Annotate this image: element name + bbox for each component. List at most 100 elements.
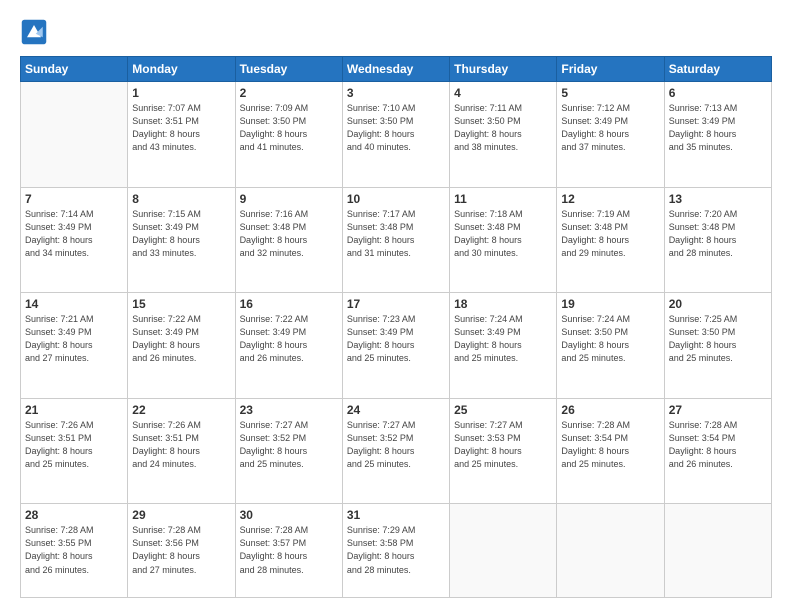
day-number: 13 (669, 192, 767, 206)
day-number: 23 (240, 403, 338, 417)
calendar-cell: 6 Sunrise: 7:13 AMSunset: 3:49 PMDaylight… (664, 82, 771, 188)
weekday-header: Wednesday (342, 57, 449, 82)
calendar-cell: 8 Sunrise: 7:15 AMSunset: 3:49 PMDaylight… (128, 187, 235, 293)
day-number: 2 (240, 86, 338, 100)
calendar-cell: 30 Sunrise: 7:28 AMSunset: 3:57 PMDayligh… (235, 504, 342, 598)
day-number: 7 (25, 192, 123, 206)
day-number: 24 (347, 403, 445, 417)
day-info: Sunrise: 7:24 AMSunset: 3:50 PMDaylight:… (561, 313, 659, 365)
day-info: Sunrise: 7:27 AMSunset: 3:52 PMDaylight:… (240, 419, 338, 471)
calendar-cell: 21 Sunrise: 7:26 AMSunset: 3:51 PMDayligh… (21, 398, 128, 504)
calendar-cell: 28 Sunrise: 7:28 AMSunset: 3:55 PMDayligh… (21, 504, 128, 598)
calendar-cell: 9 Sunrise: 7:16 AMSunset: 3:48 PMDaylight… (235, 187, 342, 293)
day-info: Sunrise: 7:27 AMSunset: 3:52 PMDaylight:… (347, 419, 445, 471)
day-number: 20 (669, 297, 767, 311)
day-number: 21 (25, 403, 123, 417)
calendar-cell: 27 Sunrise: 7:28 AMSunset: 3:54 PMDayligh… (664, 398, 771, 504)
day-number: 26 (561, 403, 659, 417)
calendar-cell: 13 Sunrise: 7:20 AMSunset: 3:48 PMDayligh… (664, 187, 771, 293)
day-info: Sunrise: 7:20 AMSunset: 3:48 PMDaylight:… (669, 208, 767, 260)
day-info: Sunrise: 7:26 AMSunset: 3:51 PMDaylight:… (25, 419, 123, 471)
calendar-cell: 3 Sunrise: 7:10 AMSunset: 3:50 PMDaylight… (342, 82, 449, 188)
logo (20, 18, 52, 46)
day-info: Sunrise: 7:28 AMSunset: 3:54 PMDaylight:… (669, 419, 767, 471)
calendar-cell: 14Sunrise: 7:21 AMSunset: 3:49 PMDayligh… (21, 293, 128, 399)
day-number: 6 (669, 86, 767, 100)
calendar-cell: 20 Sunrise: 7:25 AMSunset: 3:50 PMDayligh… (664, 293, 771, 399)
calendar-cell: 2 Sunrise: 7:09 AMSunset: 3:50 PMDaylight… (235, 82, 342, 188)
day-info: Sunrise: 7:21 AMSunset: 3:49 PMDaylight:… (25, 313, 123, 365)
day-number: 8 (132, 192, 230, 206)
day-number: 29 (132, 508, 230, 522)
day-number: 15 (132, 297, 230, 311)
day-info: Sunrise: 7:28 AMSunset: 3:57 PMDaylight:… (240, 524, 338, 576)
day-number: 17 (347, 297, 445, 311)
day-info: Sunrise: 7:28 AMSunset: 3:55 PMDaylight:… (25, 524, 123, 576)
calendar-cell: 29 Sunrise: 7:28 AMSunset: 3:56 PMDayligh… (128, 504, 235, 598)
day-number: 5 (561, 86, 659, 100)
weekday-header: Friday (557, 57, 664, 82)
day-number: 19 (561, 297, 659, 311)
calendar-cell: 24 Sunrise: 7:27 AMSunset: 3:52 PMDayligh… (342, 398, 449, 504)
day-info: Sunrise: 7:22 AMSunset: 3:49 PMDaylight:… (132, 313, 230, 365)
calendar-cell: 17 Sunrise: 7:23 AMSunset: 3:49 PMDayligh… (342, 293, 449, 399)
calendar-cell: 19 Sunrise: 7:24 AMSunset: 3:50 PMDayligh… (557, 293, 664, 399)
day-number: 18 (454, 297, 552, 311)
calendar-week-row: 7 Sunrise: 7:14 AMSunset: 3:49 PMDaylight… (21, 187, 772, 293)
day-number: 27 (669, 403, 767, 417)
calendar-week-row: 28 Sunrise: 7:28 AMSunset: 3:55 PMDayligh… (21, 504, 772, 598)
day-info: Sunrise: 7:17 AMSunset: 3:48 PMDaylight:… (347, 208, 445, 260)
day-info: Sunrise: 7:13 AMSunset: 3:49 PMDaylight:… (669, 102, 767, 154)
day-number: 16 (240, 297, 338, 311)
calendar-cell: 25Sunrise: 7:27 AMSunset: 3:53 PMDayligh… (450, 398, 557, 504)
calendar-cell: 22 Sunrise: 7:26 AMSunset: 3:51 PMDayligh… (128, 398, 235, 504)
calendar-cell (664, 504, 771, 598)
day-number: 11 (454, 192, 552, 206)
day-info: Sunrise: 7:26 AMSunset: 3:51 PMDaylight:… (132, 419, 230, 471)
day-number: 12 (561, 192, 659, 206)
day-info: Sunrise: 7:15 AMSunset: 3:49 PMDaylight:… (132, 208, 230, 260)
day-info: Sunrise: 7:07 AMSunset: 3:51 PMDaylight:… (132, 102, 230, 154)
calendar-week-row: 21 Sunrise: 7:26 AMSunset: 3:51 PMDayligh… (21, 398, 772, 504)
day-info: Sunrise: 7:18 AMSunset: 3:48 PMDaylight:… (454, 208, 552, 260)
calendar-week-row: 14Sunrise: 7:21 AMSunset: 3:49 PMDayligh… (21, 293, 772, 399)
day-info: Sunrise: 7:25 AMSunset: 3:50 PMDaylight:… (669, 313, 767, 365)
calendar-cell: 11 Sunrise: 7:18 AMSunset: 3:48 PMDayligh… (450, 187, 557, 293)
calendar-header-row: SundayMondayTuesdayWednesdayThursdayFrid… (21, 57, 772, 82)
day-number: 28 (25, 508, 123, 522)
day-number: 9 (240, 192, 338, 206)
day-info: Sunrise: 7:16 AMSunset: 3:48 PMDaylight:… (240, 208, 338, 260)
day-number: 3 (347, 86, 445, 100)
weekday-header: Thursday (450, 57, 557, 82)
weekday-header: Monday (128, 57, 235, 82)
day-number: 22 (132, 403, 230, 417)
day-info: Sunrise: 7:14 AMSunset: 3:49 PMDaylight:… (25, 208, 123, 260)
header (20, 18, 772, 46)
day-info: Sunrise: 7:23 AMSunset: 3:49 PMDaylight:… (347, 313, 445, 365)
day-number: 1 (132, 86, 230, 100)
calendar-table: SundayMondayTuesdayWednesdayThursdayFrid… (20, 56, 772, 598)
calendar-cell: 23 Sunrise: 7:27 AMSunset: 3:52 PMDayligh… (235, 398, 342, 504)
day-number: 30 (240, 508, 338, 522)
weekday-header: Saturday (664, 57, 771, 82)
calendar-cell: 1 Sunrise: 7:07 AMSunset: 3:51 PMDaylight… (128, 82, 235, 188)
day-info: Sunrise: 7:28 AMSunset: 3:56 PMDaylight:… (132, 524, 230, 576)
day-info: Sunrise: 7:29 AMSunset: 3:58 PMDaylight:… (347, 524, 445, 576)
calendar-cell (450, 504, 557, 598)
calendar-cell: 12 Sunrise: 7:19 AMSunset: 3:48 PMDayligh… (557, 187, 664, 293)
day-info: Sunrise: 7:28 AMSunset: 3:54 PMDaylight:… (561, 419, 659, 471)
logo-icon (20, 18, 48, 46)
day-info: Sunrise: 7:10 AMSunset: 3:50 PMDaylight:… (347, 102, 445, 154)
day-info: Sunrise: 7:24 AMSunset: 3:49 PMDaylight:… (454, 313, 552, 365)
day-info: Sunrise: 7:19 AMSunset: 3:48 PMDaylight:… (561, 208, 659, 260)
calendar-cell: 4Sunrise: 7:11 AMSunset: 3:50 PMDaylight… (450, 82, 557, 188)
weekday-header: Sunday (21, 57, 128, 82)
calendar-cell: 10Sunrise: 7:17 AMSunset: 3:48 PMDayligh… (342, 187, 449, 293)
day-info: Sunrise: 7:27 AMSunset: 3:53 PMDaylight:… (454, 419, 552, 471)
day-info: Sunrise: 7:12 AMSunset: 3:49 PMDaylight:… (561, 102, 659, 154)
day-info: Sunrise: 7:09 AMSunset: 3:50 PMDaylight:… (240, 102, 338, 154)
calendar-cell (21, 82, 128, 188)
calendar-cell: 7 Sunrise: 7:14 AMSunset: 3:49 PMDaylight… (21, 187, 128, 293)
calendar-week-row: 1 Sunrise: 7:07 AMSunset: 3:51 PMDaylight… (21, 82, 772, 188)
calendar-cell: 16Sunrise: 7:22 AMSunset: 3:49 PMDayligh… (235, 293, 342, 399)
